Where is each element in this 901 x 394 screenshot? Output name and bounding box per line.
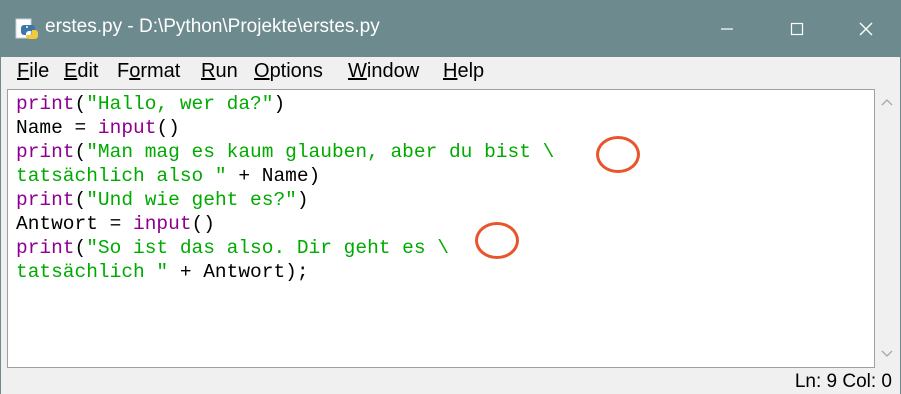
code-token: Antwort = [16,213,134,235]
keyword-token: input [97,117,157,139]
string-token: "Man mag es kaum glauben, aber du bist \ [86,141,555,163]
status-bar: Ln: 9 Col: 0 [1,369,900,394]
string-token: tatsächlich also " [16,165,227,187]
code-line[interactable]: Antwort = input() [16,213,215,235]
minimize-icon [721,28,733,30]
window-title: erstes.py - D:\Python\Projekte\erstes.py [45,16,380,37]
code-token: ( [74,189,87,211]
code-line[interactable]: print("Hallo, wer da?") [16,93,285,115]
menu-edit[interactable]: Edit [64,60,98,83]
code-line[interactable]: tatsächlich " + Antwort); [16,261,309,283]
maximize-icon [790,22,804,36]
code-token: ( [74,237,87,259]
string-token: "So ist das also. Dir geht es \ [86,237,449,259]
keyword-token: print [16,237,75,259]
code-token: ) [296,189,309,211]
idle-editor-window: erstes.py - D:\Python\Projekte\erstes.py… [0,0,901,394]
menu-file[interactable]: File [17,60,49,83]
close-button[interactable] [837,1,895,57]
maximize-button[interactable] [768,1,826,57]
code-token: () [156,117,180,139]
code-line[interactable]: print("Man mag es kaum glauben, aber du … [16,141,554,163]
menu-window[interactable]: Window [348,60,419,83]
line-continuation-highlight [596,136,640,173]
line-continuation-highlight [475,222,519,259]
code-token: ( [74,93,87,115]
code-token: Name = [16,117,98,139]
code-line[interactable]: tatsächlich also " + Name) [16,165,320,187]
keyword-token: print [16,189,75,211]
title-bar[interactable]: erstes.py - D:\Python\Projekte\erstes.py [1,1,900,57]
python-file-icon [15,18,38,39]
code-line[interactable]: print("Und wie geht es?") [16,189,309,211]
menu-help[interactable]: Help [443,60,484,83]
scroll-down-icon[interactable] [881,349,893,359]
string-token: tatsächlich " [16,261,169,283]
keyword-token: input [133,213,192,235]
keyword-token: print [16,93,75,115]
string-token: "Und wie geht es?" [86,189,297,211]
code-token: + Antwort); [168,261,309,283]
menu-format[interactable]: Format [117,60,180,83]
vertical-scrollbar[interactable] [875,89,899,368]
code-token: ) [273,93,286,115]
code-text[interactable]: print("Hallo, wer da?") Name = input() p… [16,92,554,284]
scroll-up-icon[interactable] [881,97,893,107]
string-token: "Hallo, wer da?" [86,93,274,115]
code-token: () [191,213,215,235]
cursor-position: Ln: 9 Col: 0 [794,371,892,392]
menu-run[interactable]: Run [201,60,238,83]
minimize-button[interactable] [698,1,756,57]
close-icon [859,22,873,36]
keyword-token: print [16,141,75,163]
code-line[interactable]: Name = input() [16,117,180,139]
code-line[interactable]: print("So ist das also. Dir geht es \ [16,237,449,259]
code-token: ( [74,141,87,163]
menu-bar: File Edit Format Run Options Window Help [1,57,900,88]
code-editor[interactable]: print("Hallo, wer da?") Name = input() p… [7,89,875,368]
menu-options[interactable]: Options [254,60,323,83]
code-token: + Name) [226,165,321,187]
